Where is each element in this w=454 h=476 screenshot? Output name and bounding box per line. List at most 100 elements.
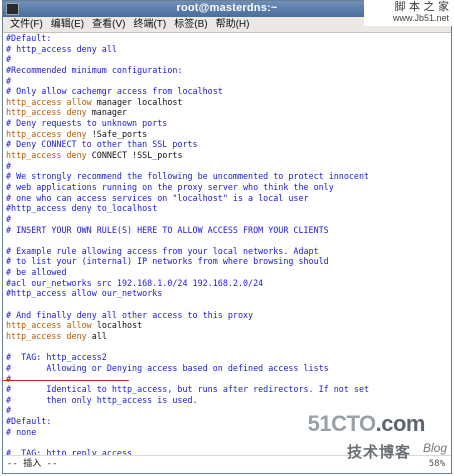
code-line: # bbox=[6, 374, 369, 385]
keyword-token: deny bbox=[66, 150, 87, 161]
code-line: #http_access deny to_localhost bbox=[6, 203, 369, 214]
watermark-site-url: www.Jb51.net bbox=[392, 13, 449, 23]
keyword-token: http_access bbox=[6, 320, 62, 331]
code-area[interactable]: #Default: # http_access deny all # #Recomme… bbox=[6, 33, 369, 458]
watermark-jb51: 脚 本 之 家 www.Jb51.net bbox=[364, 0, 452, 26]
red-underline-annotation bbox=[3, 380, 129, 381]
code-line: # then only http_access is used. bbox=[6, 395, 369, 406]
code-line: http_access allow manager localhost bbox=[6, 97, 369, 108]
menu-item[interactable]: 文件(F) bbox=[6, 17, 47, 32]
keyword-token: deny bbox=[66, 330, 87, 341]
code-line: #Default: bbox=[6, 416, 369, 427]
code-line: # bbox=[6, 405, 369, 416]
text-token: CONNECT !SSL_ports bbox=[86, 150, 183, 161]
code-line: # Deny requests to unknown ports bbox=[6, 118, 369, 129]
comment-token: # bbox=[6, 405, 12, 416]
code-line: http_access allow localhost bbox=[6, 320, 369, 331]
code-line: #http_access allow our_networks bbox=[6, 288, 369, 299]
code-line: http_access deny !Safe_ports bbox=[6, 129, 369, 140]
comment-token: # Deny CONNECT to other than SSL ports bbox=[6, 139, 198, 150]
keyword-token: allow bbox=[66, 320, 92, 331]
comment-token: #http_access allow our_networks bbox=[6, 288, 163, 299]
comment-token: # And finally deny all other access to t… bbox=[6, 309, 254, 320]
code-line: # web applications running on the proxy … bbox=[6, 182, 369, 193]
comment-token: #Default: bbox=[6, 33, 52, 43]
menu-item[interactable]: 帮助(H) bbox=[212, 17, 254, 32]
menu-item[interactable]: 查看(V) bbox=[88, 17, 129, 32]
code-line: http_access deny CONNECT !SSL_ports bbox=[6, 150, 369, 161]
menu-item[interactable]: 终端(T) bbox=[129, 17, 170, 32]
text-token: !Safe_ports bbox=[86, 128, 148, 139]
keyword-token: http_access bbox=[6, 330, 62, 341]
code-line: # none bbox=[6, 427, 369, 438]
comment-token: # We strongly recommend the following be… bbox=[6, 171, 370, 182]
keyword-token: deny bbox=[66, 107, 87, 118]
code-line: #acl our_networks src 192.168.1.0/24 192… bbox=[6, 278, 369, 289]
text-token: manager bbox=[86, 107, 128, 118]
keyword-token: http_access bbox=[6, 128, 62, 139]
code-line: # Identical to http_access, but runs aft… bbox=[6, 384, 369, 395]
text-token: manager localhost bbox=[91, 96, 183, 107]
code-line: # http_access deny all bbox=[6, 44, 369, 55]
code-line: # bbox=[6, 161, 369, 172]
comment-token: # bbox=[6, 160, 12, 171]
menu-item[interactable]: 标签(B) bbox=[170, 17, 211, 32]
comment-token: # Example rule allowing access from your… bbox=[6, 245, 319, 256]
comment-token: # bbox=[6, 75, 12, 86]
scroll-percent: 58% bbox=[428, 459, 445, 469]
comment-token: # bbox=[6, 213, 12, 224]
code-line: # And finally deny all other access to t… bbox=[6, 310, 369, 321]
comment-token: # bbox=[6, 54, 12, 65]
code-line: http_access deny manager bbox=[6, 107, 369, 118]
comment-token: # TAG: http_access2 bbox=[6, 352, 107, 363]
code-line: # bbox=[6, 214, 369, 225]
keyword-token: http_access bbox=[6, 150, 62, 161]
text-token: localhost bbox=[91, 320, 143, 331]
vim-editor[interactable]: #Default: # http_access deny all # #Recomme… bbox=[3, 33, 451, 458]
code-line: #Recommended minimum configuration: bbox=[6, 65, 369, 76]
watermark-site-name: 脚 本 之 家 bbox=[394, 0, 450, 13]
comment-token: # none bbox=[6, 426, 37, 437]
code-line: # Allowing or Denying access based on de… bbox=[6, 363, 369, 374]
menu-item[interactable]: 编辑(E) bbox=[47, 17, 88, 32]
comment-token: #Recommended minimum configuration: bbox=[6, 64, 183, 75]
comment-token: # to list your (internal) IP networks fr… bbox=[6, 256, 329, 267]
comment-token: # then only http_access is used. bbox=[6, 394, 198, 405]
comment-token: # http_access deny all bbox=[6, 43, 117, 54]
comment-token: # bbox=[6, 373, 12, 384]
code-line: # TAG: http_access2 bbox=[6, 352, 369, 363]
code-line: # INSERT YOUR OWN RULE(S) HERE TO ALLOW … bbox=[6, 225, 369, 236]
comment-token: #http_access deny to_localhost bbox=[6, 203, 158, 214]
status-bar: -- 插入 -- 58% bbox=[3, 455, 451, 473]
comment-token: # INSERT YOUR OWN RULE(S) HERE TO ALLOW … bbox=[6, 224, 329, 235]
comment-token: # Allowing or Denying access based on de… bbox=[6, 362, 329, 373]
keyword-token: allow bbox=[66, 96, 92, 107]
keyword-token: deny bbox=[66, 128, 87, 139]
code-line: # Example rule allowing access from your… bbox=[6, 246, 369, 257]
code-line: # be allowed bbox=[6, 267, 369, 278]
comment-token: # be allowed bbox=[6, 267, 67, 278]
comment-token: # web applications running on the proxy … bbox=[6, 181, 334, 192]
terminal-window: root@masterdns:~ 文件(F) 编辑(E) 查看(V) 终端(T) 标签(… bbox=[2, 0, 452, 474]
comment-token: # Deny requests to unknown ports bbox=[6, 118, 168, 129]
code-line: #Default: bbox=[6, 33, 369, 44]
code-line: # bbox=[6, 76, 369, 87]
code-line: # one who can access services on "localh… bbox=[6, 193, 369, 204]
keyword-token: http_access bbox=[6, 96, 62, 107]
comment-token: #Default: bbox=[6, 416, 52, 427]
code-line: # bbox=[6, 54, 369, 65]
code-line: # Deny CONNECT to other than SSL ports bbox=[6, 139, 369, 150]
comment-token: #acl our_networks src 192.168.1.0/24 192… bbox=[6, 277, 264, 288]
code-line: # Only allow cachemgr access from localh… bbox=[6, 86, 369, 97]
text-token: all bbox=[86, 330, 107, 341]
code-line: # We strongly recommend the following be… bbox=[6, 171, 369, 182]
code-line: http_access deny all bbox=[6, 331, 369, 342]
insert-mode-indicator: -- 插入 -- bbox=[7, 459, 58, 469]
comment-token: # one who can access services on "localh… bbox=[6, 192, 309, 203]
keyword-token: http_access bbox=[6, 107, 62, 118]
comment-token: # Only allow cachemgr access from localh… bbox=[6, 86, 223, 97]
